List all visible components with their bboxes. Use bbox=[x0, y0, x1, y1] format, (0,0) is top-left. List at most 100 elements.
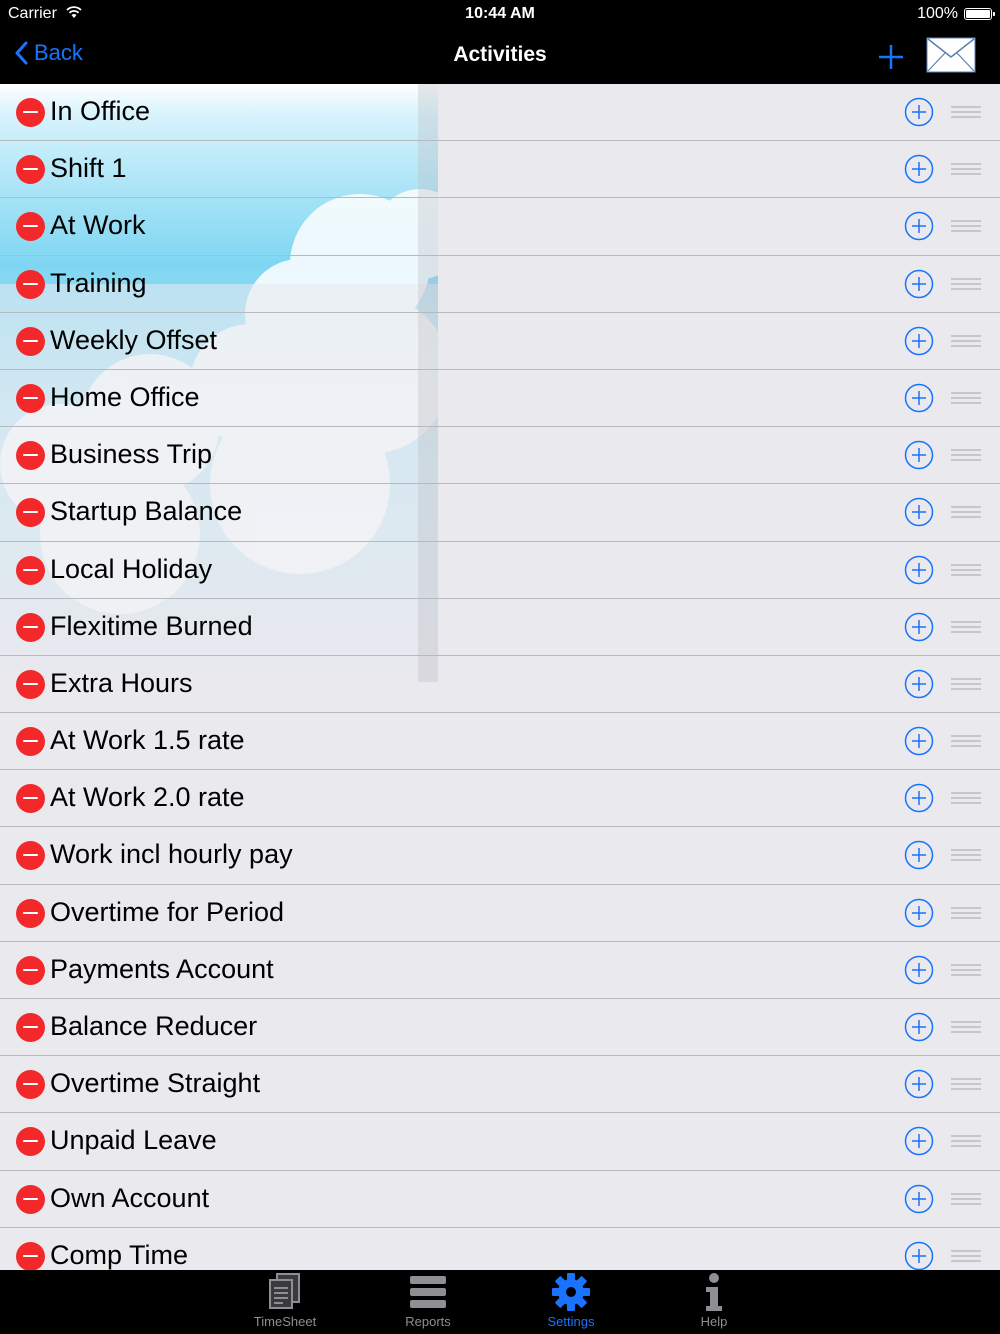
list-item[interactable]: At Work bbox=[0, 198, 1000, 256]
delete-button[interactable] bbox=[16, 441, 45, 471]
list-item[interactable]: Business Trip bbox=[0, 427, 1000, 485]
list-item[interactable]: At Work 2.0 rate bbox=[0, 770, 1000, 828]
reorder-handle-icon[interactable] bbox=[951, 735, 981, 749]
reorder-handle-icon[interactable] bbox=[951, 106, 981, 120]
list-item[interactable]: Flexitime Burned bbox=[0, 599, 1000, 656]
list-item[interactable]: Balance Reducer bbox=[0, 999, 1000, 1057]
delete-button[interactable] bbox=[16, 383, 45, 413]
delete-button[interactable] bbox=[16, 612, 45, 642]
reorder-handle-icon[interactable] bbox=[951, 906, 981, 921]
activity-label: Work incl hourly pay bbox=[50, 839, 293, 870]
list-item[interactable]: Payments Account bbox=[0, 942, 1000, 999]
delete-button[interactable] bbox=[16, 669, 45, 699]
list-item[interactable]: Extra Hours bbox=[0, 656, 1000, 714]
list-item[interactable]: Local Holiday bbox=[0, 542, 1000, 599]
tab-reports[interactable]: Reports bbox=[373, 1270, 483, 1334]
tab-timesheet[interactable]: TimeSheet bbox=[230, 1270, 340, 1334]
add-circle-icon[interactable] bbox=[904, 955, 934, 985]
reorder-handle-icon[interactable] bbox=[951, 849, 981, 863]
add-circle-icon[interactable] bbox=[904, 383, 934, 413]
delete-button[interactable] bbox=[16, 326, 45, 356]
list-item[interactable]: In Office bbox=[0, 84, 1000, 142]
delete-button[interactable] bbox=[16, 841, 45, 871]
tab-help[interactable]: Help bbox=[659, 1270, 769, 1334]
reorder-handle-icon[interactable] bbox=[951, 792, 981, 806]
reorder-handle-icon[interactable] bbox=[951, 391, 981, 406]
list-item[interactable]: Startup Balance bbox=[0, 484, 1000, 542]
add-circle-icon[interactable] bbox=[904, 1012, 934, 1042]
reorder-handle-icon[interactable] bbox=[951, 277, 981, 292]
add-circle-icon[interactable] bbox=[904, 555, 934, 585]
navigation-bar: Back Activities bbox=[0, 28, 1000, 84]
list-item[interactable]: Home Office bbox=[0, 370, 1000, 428]
reorder-handle-icon[interactable] bbox=[951, 1021, 981, 1035]
delete-button[interactable] bbox=[16, 98, 45, 127]
reorder-handle-icon[interactable] bbox=[951, 620, 981, 635]
list-item[interactable]: Comp Time bbox=[0, 1228, 1000, 1270]
delete-button[interactable] bbox=[16, 155, 45, 185]
add-circle-icon[interactable] bbox=[904, 898, 934, 928]
add-circle-icon[interactable] bbox=[904, 269, 934, 299]
delete-button[interactable] bbox=[16, 898, 45, 928]
add-circle-icon[interactable] bbox=[904, 1184, 934, 1214]
add-circle-icon[interactable] bbox=[904, 1126, 934, 1156]
tab-label: Reports bbox=[405, 1314, 451, 1329]
add-circle-icon[interactable] bbox=[904, 497, 934, 527]
activity-list: In Office Shift 1 At Work Training Weekly Of… bbox=[0, 84, 1000, 1270]
delete-button[interactable] bbox=[16, 1070, 45, 1100]
reorder-handle-icon[interactable] bbox=[951, 506, 981, 520]
reorder-handle-icon[interactable] bbox=[951, 563, 981, 578]
add-circle-icon[interactable] bbox=[904, 612, 934, 642]
list-item[interactable]: Own Account bbox=[0, 1171, 1000, 1228]
delete-button[interactable] bbox=[16, 212, 45, 242]
reorder-handle-icon[interactable] bbox=[951, 963, 981, 978]
list-item[interactable]: Training bbox=[0, 256, 1000, 313]
add-circle-icon[interactable] bbox=[904, 669, 934, 699]
list-item[interactable]: Overtime for Period bbox=[0, 885, 1000, 942]
delete-button[interactable] bbox=[16, 1127, 45, 1157]
reorder-handle-icon[interactable] bbox=[951, 677, 981, 692]
delete-button[interactable] bbox=[16, 727, 45, 757]
reorder-handle-icon[interactable] bbox=[951, 1249, 981, 1264]
delete-button[interactable] bbox=[16, 555, 45, 585]
delete-button[interactable] bbox=[16, 955, 45, 985]
reorder-handle-icon[interactable] bbox=[951, 163, 981, 177]
add-circle-icon[interactable] bbox=[904, 1069, 934, 1099]
delete-button[interactable] bbox=[16, 269, 45, 299]
list-item[interactable]: Overtime Straight bbox=[0, 1056, 1000, 1114]
tab-settings[interactable]: Settings bbox=[516, 1270, 626, 1334]
status-bar: Carrier 10:44 AM 100% bbox=[0, 0, 1000, 28]
list-item[interactable]: At Work 1.5 rate bbox=[0, 713, 1000, 771]
activity-label: Payments Account bbox=[50, 953, 274, 984]
delete-button[interactable] bbox=[16, 1184, 45, 1214]
list-item[interactable]: Unpaid Leave bbox=[0, 1113, 1000, 1171]
delete-button[interactable] bbox=[16, 784, 45, 814]
mail-icon[interactable] bbox=[926, 37, 976, 73]
reorder-handle-icon[interactable] bbox=[951, 1078, 981, 1092]
reorder-handle-icon[interactable] bbox=[951, 220, 981, 234]
list-item[interactable]: Weekly Offset bbox=[0, 313, 1000, 370]
add-circle-icon[interactable] bbox=[904, 840, 934, 870]
info-icon bbox=[706, 1273, 722, 1311]
list-item[interactable]: Shift 1 bbox=[0, 141, 1000, 199]
add-activity-button[interactable] bbox=[874, 40, 908, 74]
delete-button[interactable] bbox=[16, 498, 45, 528]
add-circle-icon[interactable] bbox=[904, 1241, 934, 1270]
add-circle-icon[interactable] bbox=[904, 440, 934, 470]
add-circle-icon[interactable] bbox=[904, 211, 934, 241]
add-circle-icon[interactable] bbox=[904, 726, 934, 756]
reorder-handle-icon[interactable] bbox=[951, 449, 981, 463]
delete-button[interactable] bbox=[16, 1013, 45, 1042]
reorder-handle-icon[interactable] bbox=[951, 1135, 981, 1149]
back-button[interactable]: Back bbox=[14, 40, 83, 66]
add-circle-icon[interactable] bbox=[904, 97, 934, 127]
list-item[interactable]: Work incl hourly pay bbox=[0, 827, 1000, 885]
back-label: Back bbox=[34, 40, 83, 65]
delete-button[interactable] bbox=[16, 1241, 45, 1270]
add-circle-icon[interactable] bbox=[904, 783, 934, 813]
add-circle-icon[interactable] bbox=[904, 326, 934, 356]
reorder-handle-icon[interactable] bbox=[951, 334, 981, 349]
add-circle-icon[interactable] bbox=[904, 154, 934, 184]
reorder-handle-icon[interactable] bbox=[951, 1192, 981, 1207]
activity-label: Overtime Straight bbox=[50, 1068, 261, 1099]
